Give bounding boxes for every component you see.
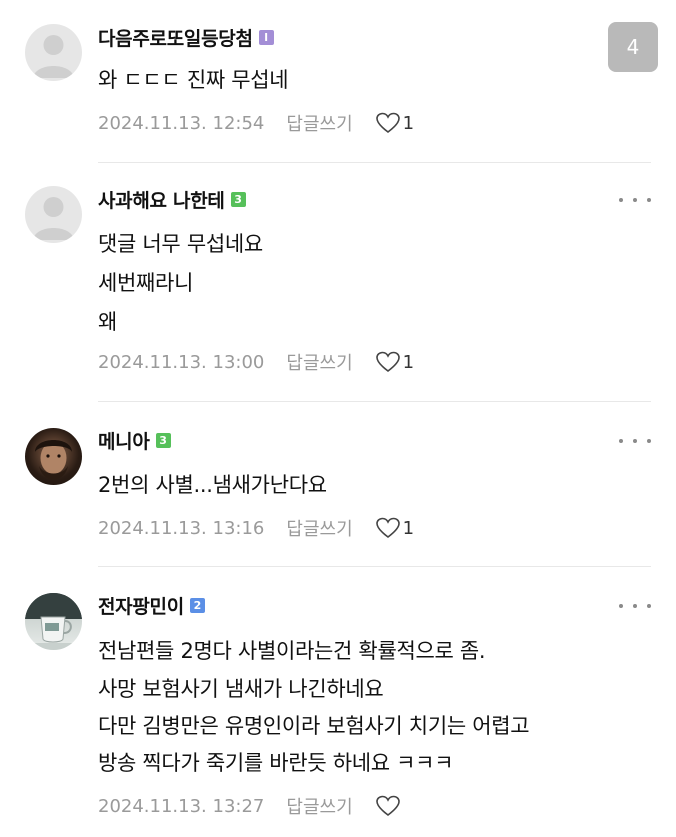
author-nickname[interactable]: 메니아: [98, 427, 150, 454]
reply-button[interactable]: 답글쓰기: [286, 793, 352, 819]
comment-timestamp: 2024.11.13. 13:27: [98, 795, 265, 817]
member-level-badge: 2: [189, 597, 205, 613]
more-options-button[interactable]: [619, 190, 651, 210]
like-button[interactable]: [375, 794, 403, 818]
heart-icon: [375, 517, 400, 539]
like-button[interactable]: 1: [375, 516, 414, 540]
comment-text-line: 세번째라니: [98, 271, 194, 295]
more-dot-icon: [647, 604, 651, 608]
more-dot-icon: [619, 604, 623, 608]
divider: [98, 566, 651, 567]
comment-text-line: 와 ㄷㄷㄷ 진짜 무섭네: [98, 68, 289, 92]
default-profile-icon: [33, 197, 74, 240]
comment-text-line: 2번의 사별...냄새가난다요: [98, 473, 327, 497]
author-line: 사과해요 나한테 3: [98, 184, 246, 214]
divider: [98, 401, 651, 402]
comment-text-line: 방송 찍다가 죽기를 바란듯 하네요 ㅋㅋㅋ: [98, 751, 454, 775]
comment-text-line: 댓글 너무 무섭네요: [98, 232, 263, 256]
more-options-button[interactable]: [619, 596, 651, 616]
avatar[interactable]: [25, 24, 82, 81]
author-line: 다음주로또일등당첨 l: [98, 22, 274, 52]
comment-meta: 2024.11.13. 12:54 답글쓰기 1: [98, 108, 414, 138]
reply-button[interactable]: 답글쓰기: [286, 349, 352, 375]
more-dot-icon: [647, 198, 651, 202]
comment-timestamp: 2024.11.13. 13:00: [98, 351, 265, 373]
author-line: 전자팡민이 2: [98, 590, 205, 620]
comment-text-line: 사망 보험사기 냄새가 나긴하네요: [98, 677, 384, 701]
more-dot-icon: [633, 439, 637, 443]
more-dot-icon: [619, 198, 623, 202]
heart-icon: [375, 112, 400, 134]
author-line: 메니아 3: [98, 425, 171, 455]
more-dot-icon: [633, 604, 637, 608]
profile-photo-icon: [25, 593, 82, 650]
comment-meta: 2024.11.13. 13:16 답글쓰기 1: [98, 513, 414, 543]
avatar[interactable]: [25, 428, 82, 485]
like-button[interactable]: 1: [375, 111, 414, 135]
comment-meta: 2024.11.13. 13:00 답글쓰기 1: [98, 347, 414, 377]
comment-timestamp: 2024.11.13. 12:54: [98, 112, 265, 134]
profile-photo-icon: [35, 440, 72, 480]
more-dot-icon: [619, 439, 623, 443]
comment-text-line: 다만 김병만은 유명인이라 보험사기 치기는 어렵고: [98, 714, 530, 738]
avatar[interactable]: [25, 186, 82, 243]
more-dot-icon: [647, 439, 651, 443]
avatar[interactable]: [25, 593, 82, 650]
member-level-badge: l: [258, 29, 274, 45]
page-indicator-badge: 4: [608, 22, 658, 72]
member-level-badge: 3: [230, 191, 246, 207]
like-count: 1: [402, 517, 415, 539]
author-nickname[interactable]: 사과해요 나한테: [98, 186, 225, 213]
like-count: 1: [402, 112, 415, 134]
more-options-button[interactable]: [619, 431, 651, 451]
reply-button[interactable]: 답글쓰기: [286, 110, 352, 136]
comment-list-page: 다음주로또일등당첨 l 와 ㄷㄷㄷ 진짜 무섭네 2024.11.13. 12:…: [0, 0, 676, 837]
comment-text-line: 전남편들 2명다 사별이라는건 확률적으로 좀.: [98, 639, 486, 663]
member-level-badge: 3: [155, 432, 171, 448]
comment-text-line: 왜: [98, 310, 118, 334]
author-nickname[interactable]: 다음주로또일등당첨: [98, 24, 253, 51]
comment-timestamp: 2024.11.13. 13:16: [98, 517, 265, 539]
heart-icon: [375, 795, 400, 817]
more-dot-icon: [633, 198, 637, 202]
comment-meta: 2024.11.13. 13:27 답글쓰기: [98, 791, 403, 821]
default-profile-icon: [33, 35, 74, 78]
heart-icon: [375, 351, 400, 373]
like-button[interactable]: 1: [375, 350, 414, 374]
divider: [98, 162, 651, 163]
reply-button[interactable]: 답글쓰기: [286, 515, 352, 541]
author-nickname[interactable]: 전자팡민이: [98, 592, 184, 619]
like-count: 1: [402, 351, 415, 373]
